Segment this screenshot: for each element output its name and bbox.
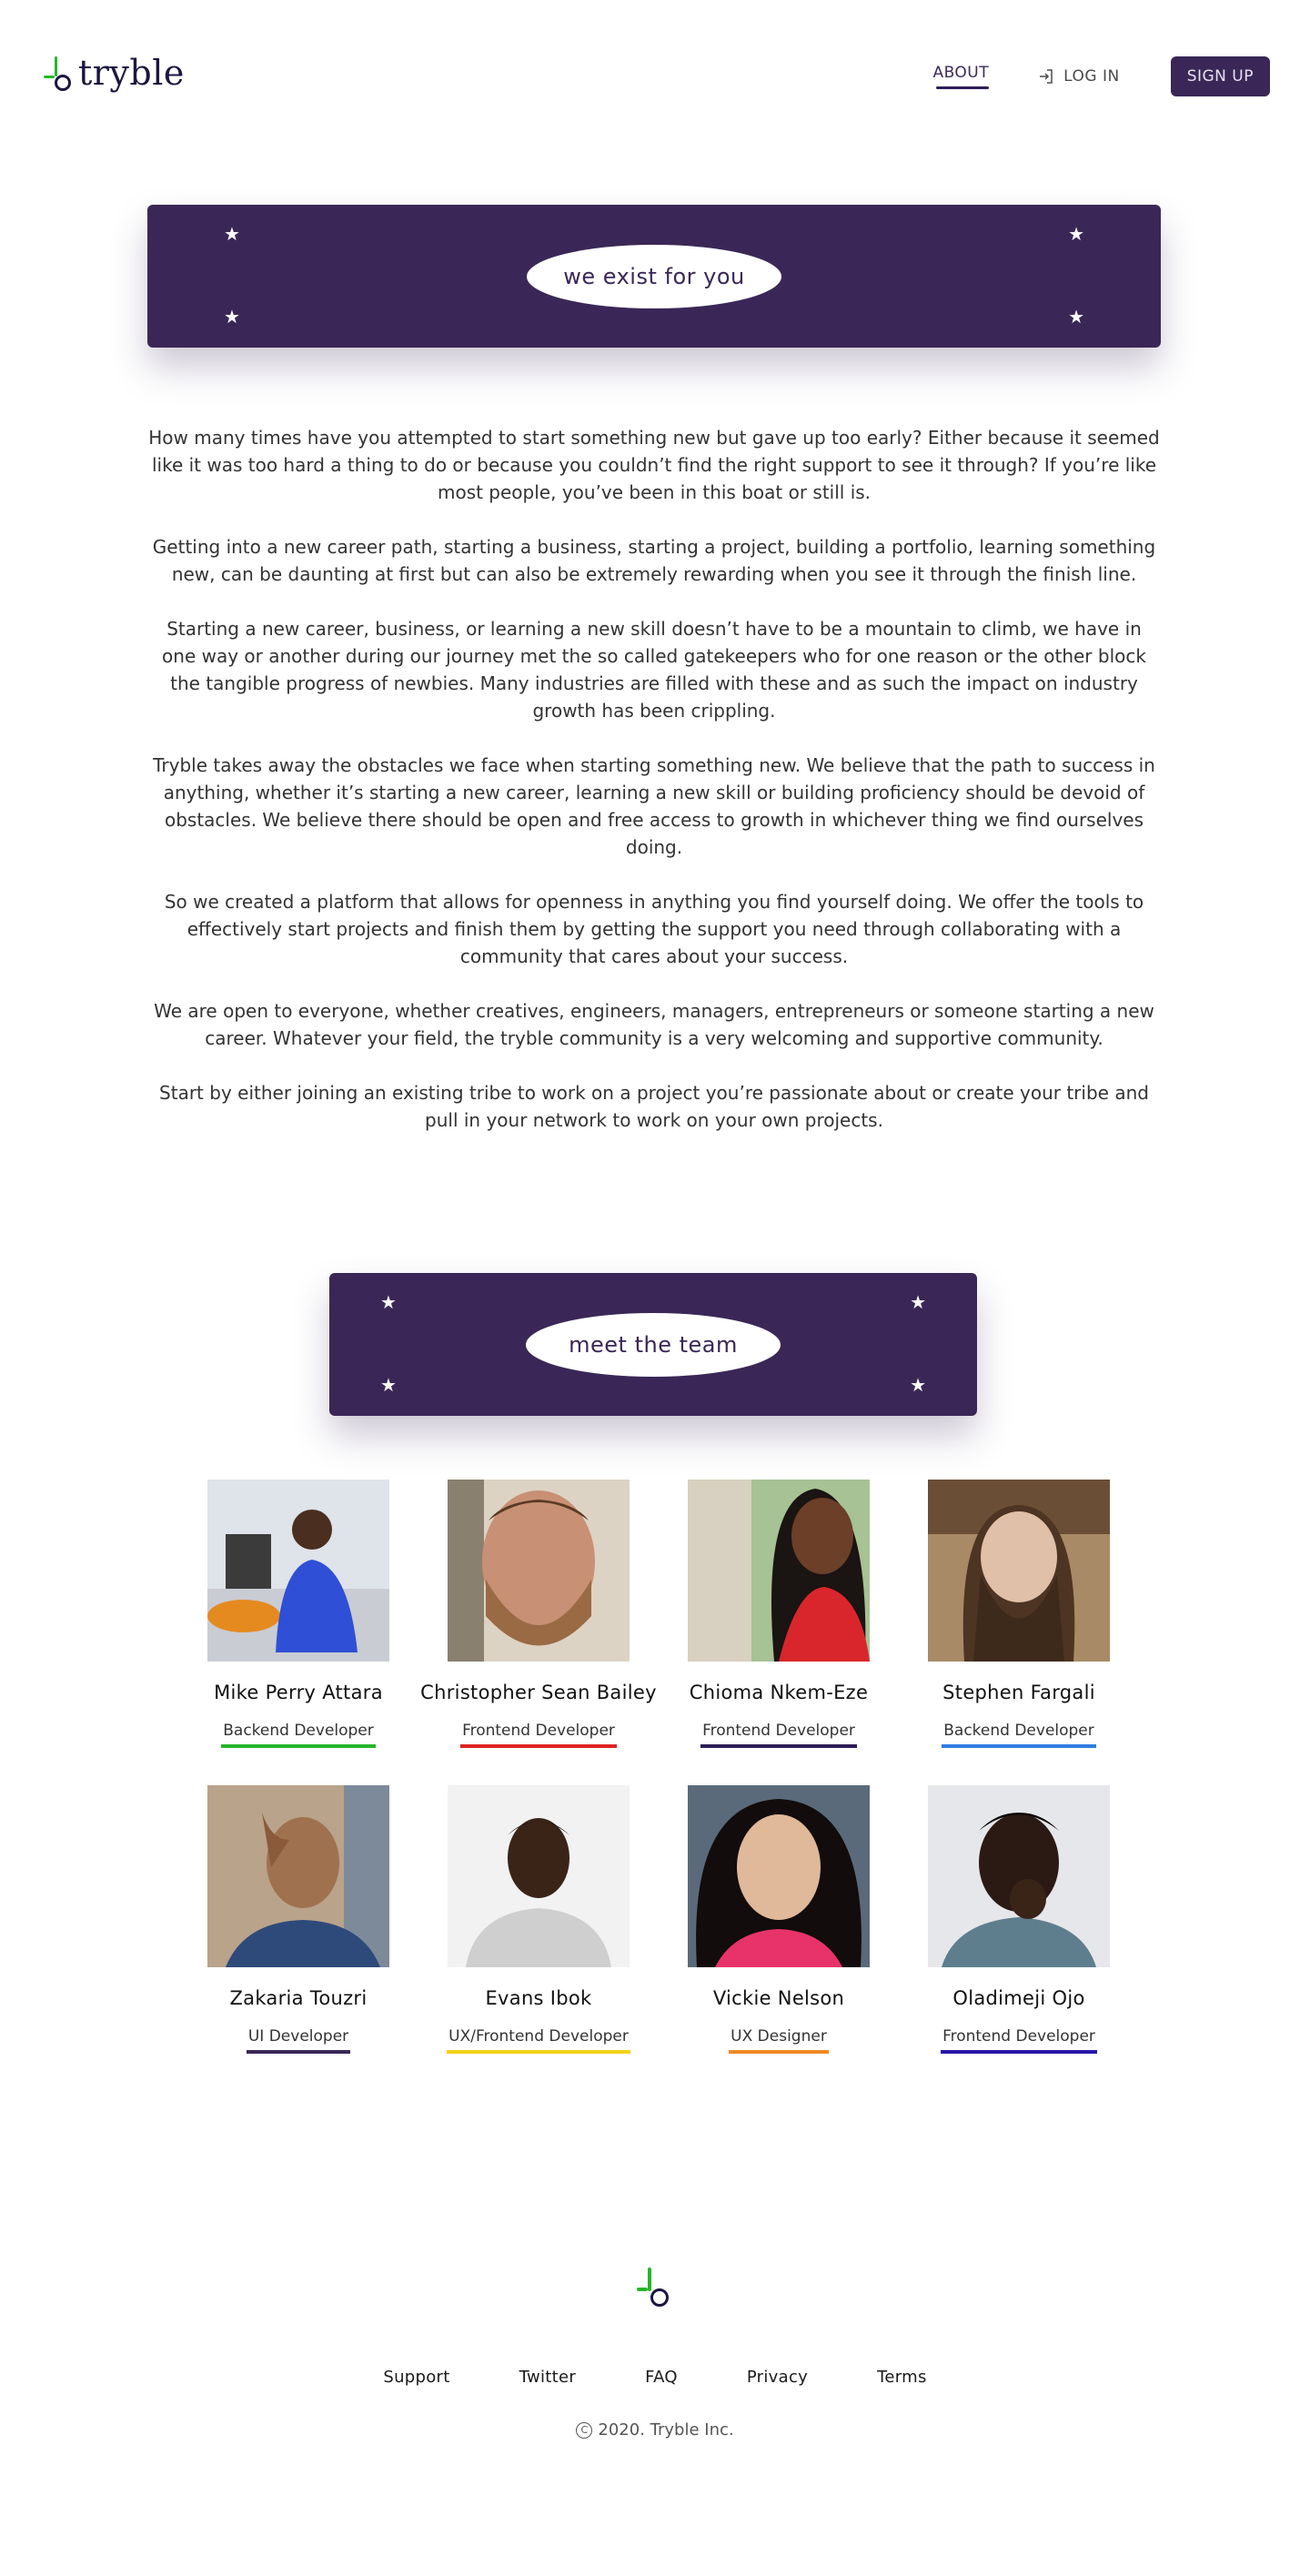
member-name: Oladimeji Ojo xyxy=(952,1987,1085,2009)
member-photo xyxy=(928,1480,1110,1662)
team-member-card: Evans Ibok UX/Frontend Developer xyxy=(418,1785,660,2054)
team-member-card: Chioma Nkem-Eze Frontend Developer xyxy=(658,1480,900,1748)
member-role: UI Developer xyxy=(246,2027,351,2054)
member-name: Chioma Nkem-Eze xyxy=(689,1682,869,1703)
member-role: Backend Developer xyxy=(942,1722,1096,1748)
logo-text: tryble xyxy=(78,53,185,93)
member-name: Stephen Fargali xyxy=(942,1682,1095,1703)
member-name: Vickie Nelson xyxy=(712,1987,845,2009)
about-paragraph: Tryble takes away the obstacles we face … xyxy=(153,754,1155,858)
star-icon: ★ xyxy=(910,1291,926,1313)
footer-link-terms[interactable]: Terms xyxy=(877,2368,927,2387)
about-banner: ★ ★ ★ ★ we exist for you xyxy=(147,205,1161,348)
signup-button[interactable]: SIGN UP xyxy=(1170,56,1270,96)
member-role: UX Designer xyxy=(729,2027,829,2054)
star-icon: ★ xyxy=(1068,306,1084,328)
member-photo xyxy=(688,1785,870,1967)
member-name: Zakaria Touzri xyxy=(229,1987,368,2009)
member-photo xyxy=(448,1785,630,1967)
star-icon: ★ xyxy=(380,1374,397,1396)
member-photo xyxy=(207,1785,389,1967)
footer-link-support[interactable]: Support xyxy=(383,2368,449,2387)
about-paragraph: So we created a platform that allows for… xyxy=(164,891,1144,967)
star-icon: ★ xyxy=(380,1291,397,1313)
star-icon: ★ xyxy=(910,1374,926,1396)
about-paragraph: Getting into a new career path, starting… xyxy=(152,536,1156,585)
member-role: Backend Developer xyxy=(221,1722,376,1748)
member-photo xyxy=(688,1480,870,1662)
member-photo xyxy=(928,1785,1110,1967)
member-name: Evans Ibok xyxy=(485,1987,592,2009)
team-member-card: Christopher Sean Bailey Frontend Develop… xyxy=(418,1480,660,1748)
about-section: How many times have you attempted to sta… xyxy=(147,424,1161,1161)
member-name: Christopher Sean Bailey xyxy=(420,1682,657,1703)
about-banner-title: we exist for you xyxy=(527,244,781,308)
member-role: Frontend Developer xyxy=(460,1722,617,1748)
footer-logo-icon[interactable] xyxy=(637,2268,673,2313)
about-paragraph: How many times have you attempted to sta… xyxy=(148,427,1160,503)
footer-link-twitter[interactable]: Twitter xyxy=(519,2368,576,2387)
team-banner-title: meet the team xyxy=(526,1312,781,1377)
member-photo xyxy=(207,1480,389,1662)
about-paragraph: Start by either joining an existing trib… xyxy=(159,1082,1149,1131)
member-name: Mike Perry Attara xyxy=(214,1682,383,1703)
team-member-card: Zakaria Touzri UI Developer xyxy=(177,1785,419,2054)
star-icon: ★ xyxy=(224,306,240,328)
about-paragraph: We are open to everyone, whether creativ… xyxy=(154,1000,1154,1049)
team-banner: ★ ★ ★ ★ meet the team xyxy=(329,1273,977,1416)
main-nav: ABOUT LOG IN SIGN UP xyxy=(932,56,1270,96)
star-icon: ★ xyxy=(1068,223,1084,245)
team-member-card: Stephen Fargali Backend Developer xyxy=(898,1480,1140,1748)
team-member-card: Vickie Nelson UX Designer xyxy=(658,1785,900,2054)
tryble-logo[interactable]: tryble xyxy=(42,51,185,95)
team-member-card: Oladimeji Ojo Frontend Developer xyxy=(898,1785,1140,2054)
footer-link-privacy[interactable]: Privacy xyxy=(747,2368,808,2387)
team-member-card: Mike Perry Attara Backend Developer xyxy=(177,1480,419,1748)
nav-login-link[interactable]: LOG IN xyxy=(1038,67,1120,86)
member-photo xyxy=(448,1480,630,1662)
member-role: Frontend Developer xyxy=(941,2027,1097,2054)
footer-link-faq[interactable]: FAQ xyxy=(645,2368,678,2387)
nav-login-label: LOG IN xyxy=(1063,67,1120,86)
about-paragraph: Starting a new career, business, or lear… xyxy=(162,618,1146,722)
star-icon: ★ xyxy=(224,223,240,245)
copyright-icon: C xyxy=(576,2422,593,2439)
member-role: Frontend Developer xyxy=(700,1722,857,1748)
member-role: UX/Frontend Developer xyxy=(447,2027,630,2054)
copyright-text: 2020. Tryble Inc. xyxy=(598,2420,734,2440)
copyright: C 2020. Tryble Inc. xyxy=(0,2420,1310,2440)
site-header: tryble ABOUT LOG IN SIGN UP xyxy=(0,0,1310,155)
nav-about-link[interactable]: ABOUT xyxy=(932,64,989,89)
footer-links: Support Twitter FAQ Privacy Terms xyxy=(0,2368,1310,2387)
tryble-logo-icon xyxy=(42,51,75,95)
login-icon xyxy=(1040,69,1053,84)
